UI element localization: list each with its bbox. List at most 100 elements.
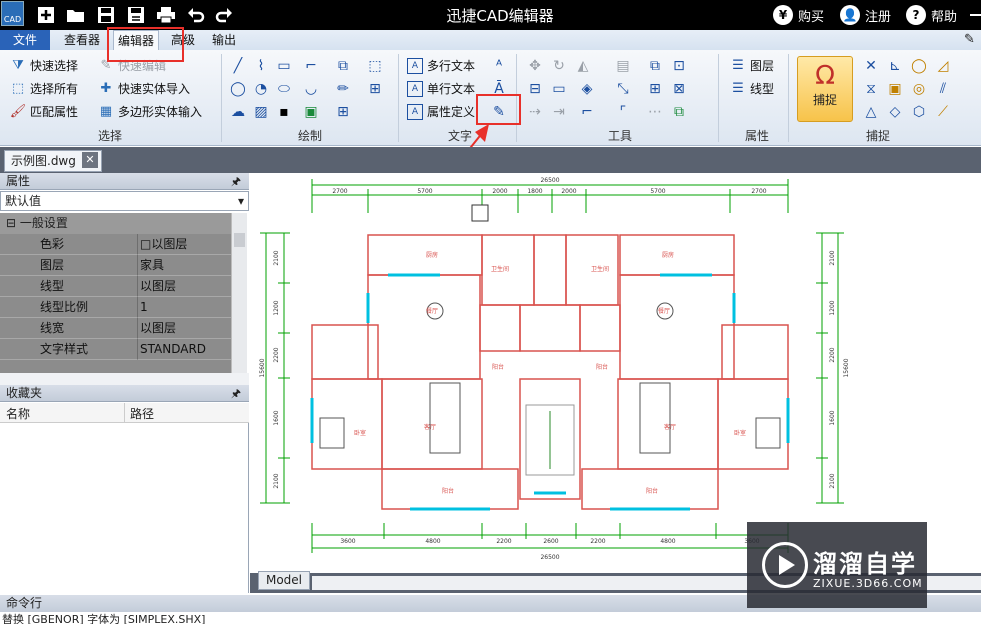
property-value[interactable]: 以图层 [137,318,232,339]
insert-icon[interactable]: ⊞ [366,80,384,98]
property-value[interactable]: 家具 [137,255,232,276]
property-row[interactable]: 文字样式 STANDARD [0,339,232,360]
match-props-button[interactable]: 🖌 匹配属性 [10,103,78,120]
property-row[interactable]: 线宽 以图层 [0,318,232,339]
offset-icon[interactable]: ⧉ [670,103,688,121]
column-path[interactable]: 路径 [130,405,154,422]
polyline-icon[interactable]: ⌇ [252,57,270,75]
chamfer-icon[interactable]: ⌜ [614,103,632,121]
array-icon[interactable]: ▤ [614,57,632,75]
snap-nearest-icon[interactable]: ⬡ [910,103,928,121]
snap-insertion-icon[interactable]: ◇ [886,103,904,121]
room-label: 阳台 [442,487,454,495]
drawing-canvas[interactable]: 26500 2700 5700 2000 1800 2000 5700 2700… [250,173,981,573]
break-icon[interactable]: ⋯ [646,103,664,121]
property-section-general[interactable]: ⊟ 一般设置 [0,213,232,234]
fill-icon[interactable]: ◈ [578,80,596,98]
properties-filter-select[interactable]: 默认值 ▾ [0,191,249,211]
property-row[interactable]: 线型比例 1 [0,297,232,318]
property-value[interactable]: 以图层 [137,276,232,297]
ungroup-icon[interactable]: ⊠ [670,80,688,98]
ellipse-icon[interactable]: ⬭ [275,80,293,98]
property-row[interactable]: 图层 家具 [0,255,232,276]
image-icon[interactable]: ▣ [302,103,320,121]
ribbon-separator [398,54,399,142]
column-name[interactable]: 名称 [6,405,30,422]
property-row[interactable]: 线型 以图层 [0,276,232,297]
snap-parallel-icon[interactable]: ⫽ [934,80,952,98]
menu-file[interactable]: 文件 [0,30,50,50]
tab-viewer[interactable]: 查看器 [64,30,100,50]
snap-midpoint-icon[interactable]: △ [862,103,880,121]
dim-left: 2100 [273,473,280,488]
ribbon-separator [221,54,222,142]
tab-model[interactable]: Model [258,571,310,590]
pin-icon[interactable]: 🖈 [231,385,241,402]
spline-icon[interactable]: ◡ [302,80,320,98]
text-style-icon[interactable]: ᴬ [490,57,508,75]
snap-toggle-button[interactable]: Ω 捕捉 [797,56,853,122]
scroll-thumb[interactable] [234,233,245,247]
group-icon[interactable]: ⊞ [646,80,664,98]
measure-icon[interactable]: ⊟ [526,80,544,98]
command-panel-title: 命令行 [6,596,43,610]
close-icon[interactable]: ✕ [82,152,98,168]
quick-entity-import-button[interactable]: ✚ 快速实体导入 [98,80,190,97]
property-value[interactable]: 1 [137,297,232,318]
revcloud-icon[interactable]: ☁ [229,103,247,121]
snap-extension-icon[interactable]: ⟋ [934,103,952,121]
register-link[interactable]: 👤 注册 [840,5,891,25]
dot-icon[interactable]: ▪ [275,103,293,121]
copy-icon[interactable]: ⧉ [646,57,664,75]
property-row[interactable]: 色彩 □以图层 [0,234,232,255]
snap-tangent-icon[interactable]: ◿ [934,57,952,75]
minimize-icon[interactable] [970,14,981,16]
floor-plan-drawing[interactable]: 26500 2700 5700 2000 1800 2000 5700 2700… [250,173,981,573]
snap-perpendicular-icon[interactable]: ⊾ [886,57,904,75]
gradient-icon[interactable]: ▨ [252,103,270,121]
tab-output[interactable]: 输出 [212,30,236,50]
fillet-icon[interactable]: ⌐ [578,103,596,121]
pencil-icon[interactable]: ✏ [334,80,352,98]
polygon-entity-input-button[interactable]: ▦ 多边形实体输入 [98,103,202,120]
line-icon[interactable]: ╱ [229,57,247,75]
mtext-button[interactable]: A 多行文本 [407,57,475,74]
snap-intersection-icon[interactable]: ⧖ [862,80,880,98]
property-value[interactable]: □以图层 [137,234,232,255]
hatch-icon[interactable]: ⬚ [366,57,384,75]
quick-select-button[interactable]: ⧩ 快速选择 [10,57,78,74]
ribbon-separator [788,54,789,142]
table-icon[interactable]: ⊞ [334,103,352,121]
pen-icon[interactable]: ✎ [964,32,975,47]
block-icon[interactable]: ⧉ [334,57,352,75]
layer-button[interactable]: ☰ 图层 [730,57,774,74]
rectangle-icon[interactable]: ▭ [275,57,293,75]
stext-button[interactable]: A 单行文本 [407,80,475,97]
document-tab-label: 示例图.dwg [11,154,76,168]
properties-scrollbar[interactable] [231,213,247,373]
rotate-icon[interactable]: ↻ [550,57,568,75]
favorites-column-headers: 名称 路径 [0,403,249,423]
help-link[interactable]: ? 帮助 [906,5,957,25]
area-icon[interactable]: ▭ [550,80,568,98]
snap-node-icon[interactable]: ▣ [886,80,904,98]
select-all-button[interactable]: ⬚ 选择所有 [10,80,78,97]
snap-quadrant-icon[interactable]: ◎ [910,80,928,98]
point-icon[interactable]: ⌐ [302,57,320,75]
trim-icon[interactable]: ⇢ [526,103,544,121]
chevron-down-icon: ▾ [237,194,244,208]
explode-icon[interactable]: ⊡ [670,57,688,75]
arc-icon[interactable]: ◔ [252,80,270,98]
circle-icon[interactable]: ◯ [229,80,247,98]
pin-icon[interactable]: 🖈 [231,173,241,190]
extend-icon[interactable]: ⇥ [550,103,568,121]
property-value[interactable]: STANDARD [137,339,232,360]
scale-icon[interactable]: ⤡ [614,80,632,98]
favorites-list[interactable] [0,423,249,593]
linetype-button[interactable]: ☰ 线型 [730,80,774,97]
move-icon[interactable]: ✥ [526,57,544,75]
buy-link[interactable]: ¥ 购买 [773,5,824,25]
mirror-icon[interactable]: ◭ [574,57,592,75]
snap-endpoint-icon[interactable]: ✕ [862,57,880,75]
snap-center-icon[interactable]: ◯ [910,57,928,75]
